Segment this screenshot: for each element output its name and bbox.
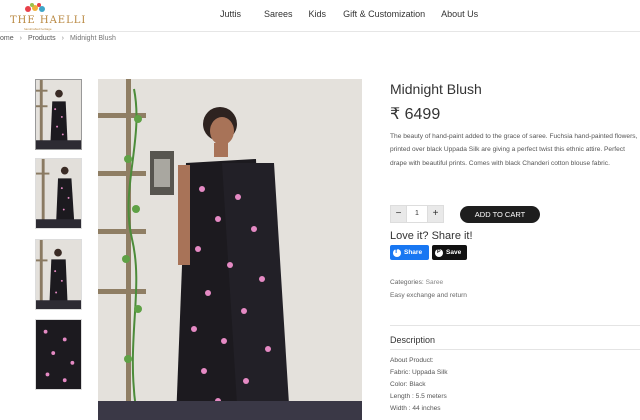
description-tab[interactable]: Description — [390, 335, 435, 345]
thumbnail-image — [36, 240, 81, 309]
pinterest-save-label: Save — [446, 249, 462, 256]
site-header: THE HAELLI handcrafted heritage Juttis S… — [0, 0, 640, 32]
brand-tagline: handcrafted heritage — [24, 27, 52, 31]
breadcrumb-separator: › — [19, 35, 22, 42]
product-thumbnail[interactable] — [35, 239, 82, 310]
quantity-decrease-button[interactable]: − — [390, 205, 407, 223]
nav-item-gift-customization[interactable]: Gift & Customization — [343, 9, 425, 19]
product-thumbnail[interactable] — [35, 79, 82, 150]
detail-line: Fabric: Uppada Silk — [390, 369, 448, 376]
product-categories: Categories: Saree — [390, 279, 443, 286]
nav-item-kids[interactable]: Kids — [309, 9, 327, 19]
saree-photo — [98, 79, 362, 420]
detail-line: Color: Black — [390, 381, 426, 388]
main-nav: Juttis Sarees Kids Gift & Customization … — [220, 9, 478, 19]
detail-line: Width : 44 inches — [390, 405, 441, 412]
nav-item-juttis[interactable]: Juttis — [220, 9, 241, 19]
quantity-input[interactable]: 1 — [407, 205, 427, 223]
thumbnail-image — [36, 80, 81, 149]
product-details: About Product: Fabric: Uppada Silk Color… — [390, 355, 448, 415]
quantity-increase-button[interactable]: + — [427, 205, 444, 223]
brand-logo[interactable]: THE HAELLI handcrafted heritage — [4, 2, 85, 32]
add-to-cart-button[interactable]: ADD TO CART — [460, 206, 540, 223]
category-link-saree[interactable]: Saree — [426, 279, 444, 286]
quantity-stepper: − 1 + — [390, 205, 444, 223]
breadcrumb-current: Midnight Blush — [69, 35, 116, 42]
section-divider — [390, 349, 640, 350]
pinterest-save-button[interactable]: Save — [432, 245, 467, 260]
facebook-icon — [393, 248, 401, 257]
product-description: The beauty of hand-paint added to the gr… — [390, 133, 638, 167]
product-title: Midnight Blush — [390, 81, 482, 97]
detail-line: Length : 5.5 meters — [390, 393, 447, 400]
section-divider — [390, 325, 640, 326]
product-thumbnail[interactable] — [35, 319, 82, 390]
thumbnail-image — [36, 159, 81, 228]
pinterest-icon — [435, 248, 443, 257]
breadcrumb-products[interactable]: Products — [28, 35, 56, 42]
facebook-share-button[interactable]: Share — [390, 245, 429, 260]
breadcrumb-separator: › — [61, 35, 64, 42]
product-thumbnail[interactable] — [35, 158, 82, 229]
categories-label: Categories: — [390, 279, 424, 286]
facebook-share-label: Share — [404, 249, 423, 256]
thumbnail-image — [36, 320, 81, 389]
nav-item-about-us[interactable]: About Us — [441, 9, 478, 19]
product-main-image[interactable] — [98, 79, 362, 420]
breadcrumb-home[interactable]: ome — [0, 35, 14, 42]
product-price: ₹ 6499 — [390, 106, 441, 123]
nav-item-sarees[interactable]: Sarees — [264, 9, 293, 19]
detail-line: About Product: — [390, 357, 434, 364]
brand-name: THE HAELLI — [10, 15, 87, 26]
breadcrumb: ome › Products › Midnight Blush — [0, 35, 116, 42]
share-heading: Love it? Share it! — [390, 230, 473, 242]
exchange-note: Easy exchange and return — [390, 292, 467, 299]
